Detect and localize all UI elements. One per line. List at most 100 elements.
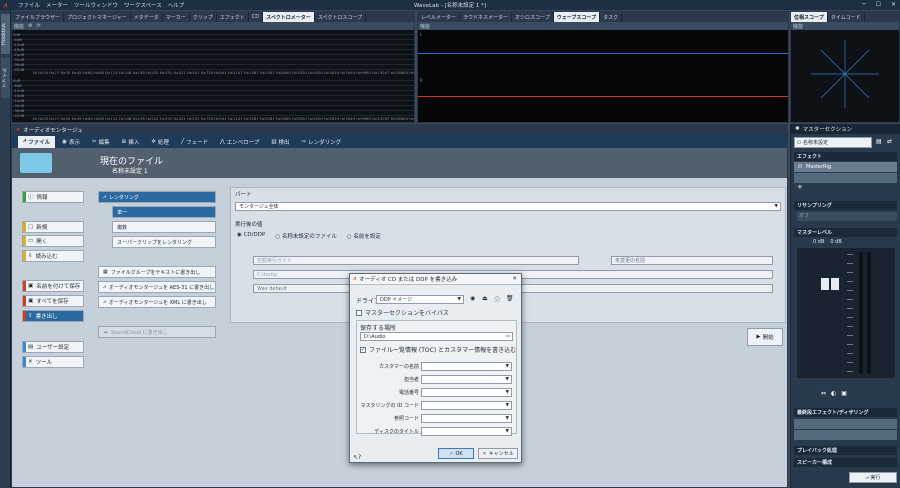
- sub-export-aes31[interactable]: ⩘ オーディオモンタージュを AES-31 に書き出し: [98, 281, 216, 293]
- fader-right[interactable]: [831, 278, 839, 290]
- tab-project-manager[interactable]: プロジェクトマネージャー: [64, 12, 131, 22]
- phone-select[interactable]: ▼: [421, 388, 512, 397]
- side-tab-hookbus[interactable]: Hookbus: [1, 14, 10, 54]
- nav-save-as[interactable]: ▣ 名前を付けて保存: [22, 280, 84, 292]
- sub-export-soundcloud[interactable]: ☁ SoundCloud に書き出し: [98, 326, 216, 338]
- info-icon[interactable]: ⓘ: [494, 295, 500, 304]
- tab-task[interactable]: タスク: [600, 12, 623, 22]
- auto-guide-field[interactable]: 自動実行ガイド: [253, 256, 579, 265]
- tab-file-browser[interactable]: ファイルブラウザー: [12, 12, 65, 22]
- ribbon-file[interactable]: ⩘ ファイル: [18, 135, 56, 148]
- sub-render[interactable]: ⩘ レンダリング: [98, 191, 216, 203]
- resampling-select[interactable]: オフ: [797, 212, 897, 221]
- radio-set-name[interactable]: ○ 名前を設定: [347, 232, 381, 240]
- tab-clip[interactable]: クリップ: [190, 12, 217, 22]
- master-preset-button[interactable]: ⏻ 名称未設定: [794, 137, 872, 148]
- function-menu[interactable]: 機能: [793, 23, 803, 30]
- nav-info[interactable]: ⓘ 情報: [22, 191, 84, 203]
- ribbon-envelope[interactable]: ⋀ エンベロープ: [215, 136, 264, 148]
- nav-import[interactable]: ⇩ 読み込む: [22, 250, 84, 262]
- eject-icon[interactable]: ⏏: [482, 295, 488, 302]
- dialog-close-icon[interactable]: ✕: [512, 276, 517, 282]
- ok-button[interactable]: ✓ OK: [438, 448, 474, 459]
- ribbon-fade-label: フェード: [186, 139, 209, 146]
- sub-export-xml[interactable]: ⩘ オーディオモンタージュを XML に書き出し: [98, 296, 216, 308]
- start-button[interactable]: ▶ 開始: [747, 328, 783, 346]
- function-menu[interactable]: 機能: [14, 23, 24, 30]
- contact-select[interactable]: ▼: [421, 375, 512, 384]
- final-slot-1[interactable]: [794, 419, 897, 429]
- final-slot-2[interactable]: [794, 430, 897, 440]
- tab-loudness-meter[interactable]: ラウドネスメーター: [460, 12, 513, 22]
- effect-slot-2[interactable]: [794, 173, 897, 183]
- function-menu[interactable]: 機能: [420, 23, 430, 30]
- help-icon[interactable]: ↖?: [353, 454, 361, 461]
- tab-spectroscope[interactable]: スペクトロスコープ: [315, 12, 367, 22]
- meter-tick: [847, 371, 853, 372]
- ribbon-fade[interactable]: ╱ フェード: [176, 136, 213, 148]
- tab-timecode[interactable]: タイムコード: [828, 12, 865, 22]
- tab-spectrometer[interactable]: スペクトロメーター: [263, 12, 315, 22]
- drive-select[interactable]: DDP イメージ ▼: [376, 295, 464, 304]
- nav-export[interactable]: ⇪ 書き出し: [22, 310, 84, 322]
- sub-export-filegroup-text[interactable]: ▦ ファイルグループをテキストに書き出し: [98, 266, 216, 278]
- add-effect-icon[interactable]: +: [797, 183, 803, 191]
- radio-untitled-file[interactable]: ○ 名称未設定のファイル: [275, 232, 337, 240]
- disc-icon[interactable]: ◉: [470, 295, 475, 302]
- tab-cd[interactable]: CD: [249, 12, 264, 22]
- nav-new[interactable]: ▢ 新規: [22, 221, 84, 233]
- customer-name-select[interactable]: ▼: [421, 362, 512, 371]
- spectrometer-display: 0dB -6dB -12dB -18dB -24dB -30dB -36dB -42dB 16 …: [12, 30, 414, 122]
- close-icon[interactable]: ✕: [891, 1, 896, 8]
- bypass-master-checkbox[interactable]: マスターセクションをバイパス: [356, 308, 449, 317]
- auto-guide-value: 自動実行ガイド: [257, 258, 293, 264]
- trash-icon[interactable]: 🗑: [506, 295, 514, 302]
- nav-tools[interactable]: ✕ ツール: [22, 356, 84, 368]
- unchanged-name-field[interactable]: 未変更の名前: [611, 256, 773, 265]
- nav-preferences[interactable]: ▤ ユーザー設定: [22, 341, 84, 353]
- tab-oscilloscope[interactable]: オシロスコープ: [512, 12, 554, 22]
- sub-single[interactable]: 単一: [112, 206, 216, 218]
- minimize-icon[interactable]: ─: [862, 1, 866, 8]
- preset-menu-icon[interactable]: ⇄: [887, 138, 892, 145]
- ribbon-detect[interactable]: ▥ 検出: [266, 136, 294, 148]
- cancel-button[interactable]: ✕ キャンセル: [478, 448, 518, 459]
- part-select[interactable]: モンタージュ全体 ▼: [235, 202, 781, 211]
- freq-label: 331 Hz: [164, 116, 179, 121]
- lock-icon[interactable]: ▣: [841, 390, 847, 397]
- tab-phasescope[interactable]: 位相スコープ: [791, 12, 828, 22]
- tab-level-meter[interactable]: レベルメーター: [418, 12, 461, 22]
- mono-icon[interactable]: ◐: [831, 390, 836, 397]
- nav-open[interactable]: ▭ 開く: [22, 235, 84, 247]
- mastering-id-select[interactable]: ▼: [421, 401, 512, 410]
- ribbon-edit[interactable]: ✂ 編集: [87, 136, 115, 148]
- tab-marker[interactable]: マーカー: [163, 12, 190, 22]
- ribbon-process[interactable]: ✲ 処理: [146, 136, 174, 148]
- freq-label: 114 Hz: [110, 116, 124, 121]
- ribbon-insert[interactable]: ⊞ 挿入: [117, 136, 145, 148]
- radio-cd-ddp[interactable]: ◉ CD/DDP: [237, 232, 265, 240]
- fader-left[interactable]: [821, 278, 829, 290]
- tab-wavescope[interactable]: ウェーブスコープ: [553, 12, 601, 22]
- toc-checkbox[interactable]: ✓ ファイル一覧情報 (TOC) とカスタマー情報を書き込む: [360, 345, 516, 354]
- preset-save-icon[interactable]: ▤: [876, 138, 882, 145]
- render-button[interactable]: ⩘ 実行: [849, 472, 897, 483]
- disc-title-select[interactable]: ▼: [421, 427, 512, 436]
- tab-metadata[interactable]: メタデータ: [131, 12, 163, 22]
- side-tab-file[interactable]: ファイル: [1, 58, 10, 98]
- effect-slot-1[interactable]: ⏻ MasterRig: [794, 162, 897, 172]
- link-icon[interactable]: ⇔: [821, 390, 826, 397]
- save-location-field[interactable]: D:\Audio ▭: [360, 332, 513, 341]
- ribbon-view[interactable]: ◉ 表示: [57, 136, 85, 148]
- freq-label: 3520 Hz: [297, 70, 313, 75]
- sub-render-superclip[interactable]: スーパークリップをレンダリング: [112, 236, 216, 248]
- maximize-icon[interactable]: ☐: [876, 1, 881, 8]
- folder-icon[interactable]: ▭: [506, 334, 510, 339]
- tab-effect[interactable]: エフェクト: [217, 12, 249, 22]
- sub-multiple[interactable]: 複数: [112, 221, 216, 233]
- ribbon-render[interactable]: ⇨ レンダリング: [297, 136, 347, 148]
- settings-icon[interactable]: ⚙: [28, 23, 32, 29]
- refresh-icon[interactable]: ⟳: [37, 23, 41, 29]
- nav-save-all[interactable]: ▣ すべてを保存: [22, 295, 84, 307]
- reference-code-select[interactable]: ▼: [421, 414, 512, 423]
